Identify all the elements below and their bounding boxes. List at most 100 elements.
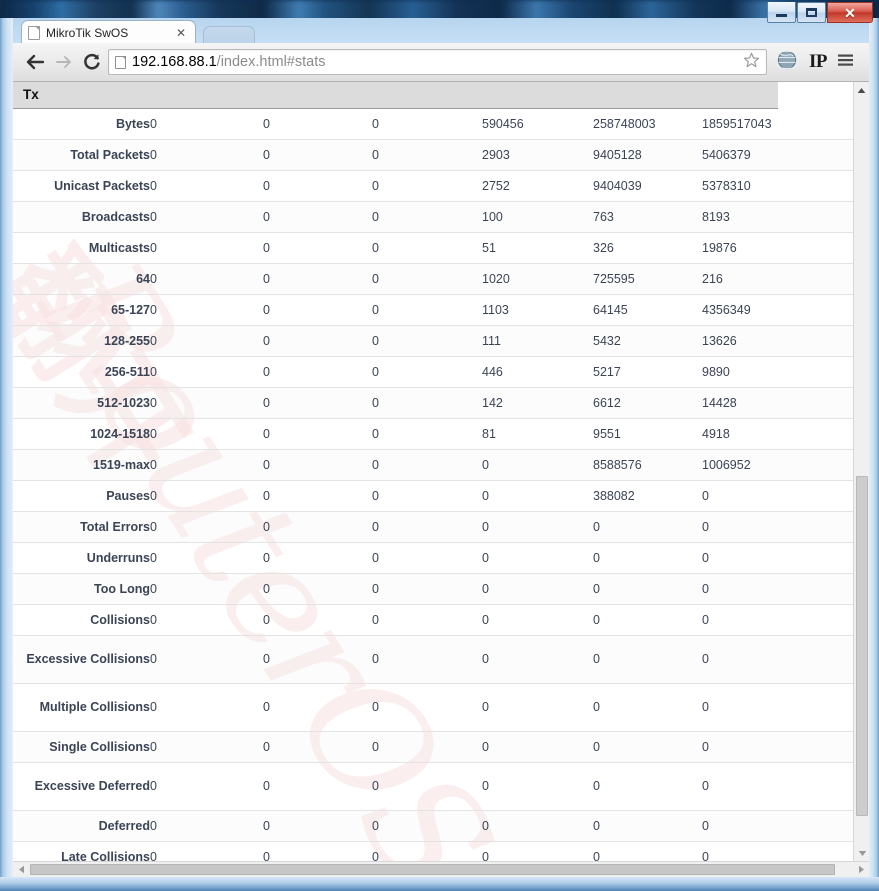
cell-port-4: 0 (482, 449, 593, 481)
new-tab-button[interactable] (203, 26, 255, 44)
cell-port-2: 0 (263, 573, 372, 605)
cell-port-3: 0 (372, 418, 482, 450)
row-spacer (777, 325, 853, 357)
scroll-right-button[interactable] (853, 862, 869, 877)
cell-port-6: 9890 (702, 356, 778, 388)
table-row: Late Collisions 0 0 0 0 0 0 (13, 841, 853, 861)
cell-port-1: 0 (150, 325, 263, 357)
scroll-left-button[interactable] (13, 862, 29, 877)
cell-port-1: 0 (150, 356, 263, 388)
page-icon (28, 25, 40, 40)
ip-extension-button[interactable]: IP (802, 51, 834, 73)
scroll-up-button[interactable] (854, 82, 869, 98)
close-tab-icon[interactable]: ✕ (173, 26, 189, 40)
cell-port-6: 8193 (702, 201, 778, 233)
cell-port-3: 0 (372, 573, 482, 605)
cell-port-3: 0 (372, 325, 482, 357)
cell-port-1: 0 (150, 480, 263, 512)
cell-port-4: 1103 (482, 294, 593, 326)
table-row: Too Long 0 0 0 0 0 0 (13, 573, 853, 605)
row-label: Excessive Deferred (13, 762, 150, 811)
cell-port-2: 0 (263, 731, 372, 763)
horizontal-scrollbar[interactable] (13, 861, 869, 877)
horizontal-scroll-thumb[interactable] (30, 864, 835, 875)
table-row: Deferred 0 0 0 0 0 0 (13, 810, 853, 842)
maximize-button[interactable] (797, 2, 826, 23)
row-spacer (777, 683, 853, 732)
window-frame-left (0, 18, 13, 891)
row-spacer (777, 170, 853, 202)
cell-port-2: 0 (263, 683, 372, 732)
table-body: Bytes 0 0 0 590456 258748003 1859517043 Total P… (13, 108, 853, 861)
cell-port-2: 0 (263, 139, 372, 171)
cell-port-3: 0 (372, 139, 482, 171)
table-row: Excessive Collisions 0 0 0 0 0 0 (13, 635, 853, 684)
cell-port-2: 0 (263, 294, 372, 326)
row-spacer (777, 604, 853, 636)
chevron-left-icon (18, 865, 24, 874)
table-row: 1024-1518 0 0 0 81 9551 4918 (13, 418, 853, 450)
cell-port-1: 0 (150, 170, 263, 202)
tab-mikrotik-swos[interactable]: MikroTik SwOS ✕ (21, 20, 196, 44)
row-label: 1519-max (13, 449, 150, 481)
cell-port-6: 0 (702, 542, 778, 574)
page-content: 翻开 RouterOS Tx Bytes 0 0 0 590456 258748003 18… (13, 82, 853, 861)
row-spacer (777, 762, 853, 811)
cell-port-5: 258748003 (593, 108, 702, 140)
url-host: 192.168.88.1 (132, 54, 217, 70)
cell-port-5: 388082 (593, 480, 702, 512)
forward-button[interactable] (49, 48, 77, 76)
row-label: Collisions (13, 604, 150, 636)
row-spacer (777, 480, 853, 512)
table-row: Pauses 0 0 0 0 388082 0 (13, 480, 853, 512)
cell-port-4: 51 (482, 232, 593, 264)
address-bar[interactable]: 192.168.88.1/index.html#stats (108, 49, 767, 75)
cell-port-3: 0 (372, 731, 482, 763)
vertical-scroll-thumb[interactable] (856, 476, 868, 816)
cell-port-1: 0 (150, 841, 263, 861)
scroll-down-button[interactable] (854, 845, 869, 861)
cell-port-1: 0 (150, 511, 263, 543)
table-row: Underruns 0 0 0 0 0 0 (13, 542, 853, 574)
reload-button[interactable] (77, 48, 105, 76)
cell-port-2: 0 (263, 325, 372, 357)
row-spacer (777, 841, 853, 861)
cell-port-1: 0 (150, 263, 263, 295)
page-info-icon[interactable] (115, 55, 126, 69)
cell-port-3: 0 (372, 356, 482, 388)
minimize-button[interactable] (767, 2, 796, 23)
cell-port-4: 0 (482, 635, 593, 684)
cell-port-6: 19876 (702, 232, 778, 264)
cell-port-6: 0 (702, 604, 778, 636)
cell-port-6: 14428 (702, 387, 778, 419)
tx-statistics-table: Tx Bytes 0 0 0 590456 258748003 1859517043 Tota… (13, 82, 853, 861)
cell-port-5: 9551 (593, 418, 702, 450)
cell-port-6: 0 (702, 511, 778, 543)
url-display: 192.168.88.1/index.html#stats (132, 54, 739, 70)
vertical-scrollbar[interactable] (853, 82, 869, 861)
cell-port-4: 81 (482, 418, 593, 450)
window-frame-right (869, 18, 879, 891)
table-row: Single Collisions 0 0 0 0 0 0 (13, 731, 853, 763)
cell-port-1: 0 (150, 542, 263, 574)
cell-port-3: 0 (372, 232, 482, 264)
row-spacer (777, 263, 853, 295)
table-row: Collisions 0 0 0 0 0 0 (13, 604, 853, 636)
row-spacer (777, 356, 853, 388)
reload-icon (83, 53, 100, 70)
cell-port-6: 5378310 (702, 170, 778, 202)
close-window-button[interactable]: ✕ (827, 2, 873, 23)
cell-port-1: 0 (150, 232, 263, 264)
globe-extension-icon[interactable] (773, 49, 801, 76)
bookmark-star-icon[interactable] (743, 52, 760, 73)
cell-port-1: 0 (150, 731, 263, 763)
cell-port-5: 0 (593, 810, 702, 842)
row-label: Multiple Collisions (13, 683, 150, 732)
cell-port-1: 0 (150, 139, 263, 171)
window-frame-bottom (0, 877, 879, 891)
cell-port-4: 0 (482, 604, 593, 636)
cell-port-1: 0 (150, 635, 263, 684)
cell-port-5: 8588576 (593, 449, 702, 481)
back-button[interactable] (21, 48, 49, 76)
browser-menu-button[interactable] (834, 52, 861, 73)
